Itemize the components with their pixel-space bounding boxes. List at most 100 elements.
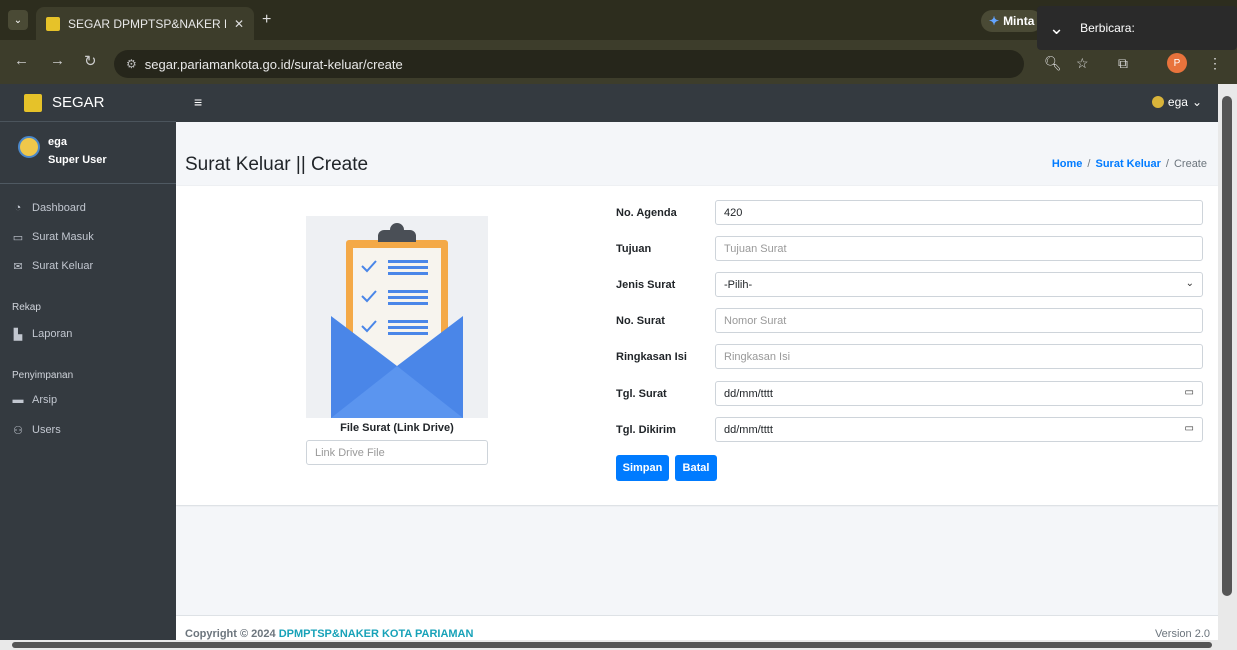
tgl-surat-value: dd/mm/tttt (724, 387, 773, 400)
calendar-icon[interactable]: ▭ (1185, 423, 1194, 434)
site-favicon-icon (46, 16, 60, 31)
tgl-dikirim-value: dd/mm/tttt (724, 423, 773, 436)
footer-version: Version 2.0 (1154, 628, 1210, 640)
file-surat-label: File Surat (Link Drive) (340, 422, 454, 434)
no-surat-label: No. Surat (616, 315, 665, 327)
no-agenda-label: No. Agenda (616, 207, 677, 219)
speech-popup: ⌄ Berbicara: (1037, 6, 1237, 50)
user-panel: ega Super User (0, 122, 176, 184)
sidebar-item-label: Surat Keluar (32, 260, 94, 272)
gemini-button[interactable]: ✦ Minta (981, 10, 1043, 32)
browser-tab[interactable]: SEGAR DPMPTSP&NAKER Kota ✕ (36, 7, 254, 40)
dashboard-icon: ◔ (14, 202, 22, 214)
jenis-surat-select[interactable]: -Pilih- ⌄ (715, 272, 1203, 297)
user-role: Super User (48, 154, 107, 166)
ringkasan-input[interactable] (715, 344, 1203, 369)
user-avatar-icon (1151, 96, 1164, 108)
tgl-surat-label: Tgl. Surat (616, 388, 667, 400)
file-icon: ▙ (13, 328, 23, 341)
speech-label: Berbicara: (1080, 21, 1135, 35)
sidebar-item-users[interactable]: ⚇ Users (12, 417, 172, 443)
profile-avatar[interactable]: P (1167, 53, 1187, 73)
footer-org-link[interactable]: DPMPTSP&NAKER KOTA PARIAMAN (279, 628, 474, 640)
extensions-icon[interactable]: ⧉ (1118, 55, 1128, 72)
sidebar-item-surat-keluar[interactable]: ✉ Surat Keluar (12, 253, 172, 279)
sidebar-item-laporan[interactable]: ▙ Laporan (12, 321, 172, 347)
chevron-down-icon[interactable]: ⌄ (1049, 18, 1064, 39)
address-bar[interactable]: ⚙ segar.pariamankota.go.id/surat-keluar/… (114, 50, 1024, 78)
link-drive-input[interactable] (306, 440, 488, 465)
archive-icon: ▬ (12, 394, 24, 406)
save-button[interactable]: Simpan (616, 455, 669, 481)
app-brand[interactable]: SEGAR (0, 84, 176, 122)
cancel-button[interactable]: Batal (675, 455, 717, 481)
user-menu-name: ega (1167, 95, 1188, 109)
site-info-icon[interactable]: ⚙ (126, 57, 137, 71)
tab-title: SEGAR DPMPTSP&NAKER Kota (68, 16, 226, 31)
breadcrumb: Home / Surat Keluar / Create (1052, 158, 1207, 170)
breadcrumb-separator: / (1087, 158, 1091, 170)
new-tab-button[interactable]: + (262, 11, 271, 29)
forward-icon[interactable]: → (50, 52, 65, 69)
footer: Copyright © 2024 DPMPTSP&NAKER KOTA PARI… (176, 615, 1218, 640)
breadcrumb-surat-keluar[interactable]: Surat Keluar (1095, 158, 1160, 170)
sidebar-item-dashboard[interactable]: ◔ Dashboard (12, 195, 172, 221)
user-name[interactable]: ega (48, 136, 67, 148)
chevron-down-icon: ⌄ (1191, 95, 1202, 109)
tujuan-input[interactable] (715, 236, 1203, 261)
no-agenda-field[interactable]: 420 (715, 200, 1203, 225)
chevron-down-icon: ⌄ (1185, 278, 1194, 289)
no-agenda-value: 420 (724, 206, 743, 219)
inbox-icon: ▭ (12, 231, 24, 244)
letter-illustration (306, 216, 488, 418)
hamburger-menu-icon[interactable]: ≡ (194, 94, 202, 110)
tgl-surat-date-input[interactable]: dd/mm/tttt ▭ (715, 381, 1203, 406)
sidebar: ega Super User ◔ Dashboard ▭ Surat Masuk… (0, 122, 176, 640)
tab-close-button[interactable]: ✕ (234, 17, 244, 31)
sidebar-header-rekap: Rekap (12, 302, 41, 313)
app-logo (24, 93, 42, 112)
tgl-dikirim-date-input[interactable]: dd/mm/tttt ▭ (715, 417, 1203, 442)
zoom-icon[interactable]: 🔍︎ (1044, 55, 1062, 72)
tgl-dikirim-label: Tgl. Dikirim (616, 424, 676, 436)
sidebar-header-penyimpanan: Penyimpanan (12, 370, 74, 381)
sidebar-item-label: Surat Masuk (32, 231, 94, 243)
scroll-thumb[interactable] (12, 642, 1212, 648)
brand-text: SEGAR (52, 94, 105, 111)
tujuan-label: Tujuan (616, 243, 652, 255)
copyright-text: Copyright © 2024 (185, 628, 276, 640)
users-icon: ⚇ (13, 424, 23, 437)
gemini-label: Minta (1003, 14, 1035, 28)
ringkasan-label: Ringkasan Isi (616, 351, 687, 363)
user-menu[interactable]: ega ⌄ (1151, 95, 1202, 109)
reload-icon[interactable]: ↻ (84, 52, 97, 70)
breadcrumb-current: Create (1173, 158, 1207, 170)
scroll-thumb[interactable] (1222, 96, 1232, 596)
avatar (18, 136, 40, 158)
address-text: segar.pariamankota.go.id/surat-keluar/cr… (144, 56, 403, 72)
content-header: Surat Keluar || Create Home / Surat Kelu… (176, 140, 1218, 186)
bookmark-star-icon[interactable]: ☆ (1076, 55, 1089, 72)
calendar-icon[interactable]: ▭ (1185, 387, 1194, 398)
vertical-scrollbar[interactable] (1218, 84, 1237, 640)
horizontal-scrollbar[interactable] (0, 640, 1237, 650)
tab-list-button[interactable]: ⌄ (8, 10, 28, 30)
menu-kebab-icon[interactable]: ⋮ (1208, 55, 1222, 72)
top-navbar: ≡ ega ⌄ (176, 84, 1218, 122)
jenis-surat-value: -Pilih- (724, 278, 753, 291)
back-icon[interactable]: ← (14, 52, 29, 69)
breadcrumb-home[interactable]: Home (1052, 158, 1083, 170)
sparkle-icon: ✦ (989, 14, 1000, 28)
form-card: File Surat (Link Drive) No. Agenda 420 T… (176, 186, 1218, 506)
sidebar-item-arsip[interactable]: ▬ Arsip (12, 387, 172, 413)
sidebar-item-surat-masuk[interactable]: ▭ Surat Masuk (12, 224, 172, 250)
sidebar-item-label: Arsip (32, 394, 58, 406)
sidebar-item-label: Dashboard (32, 202, 86, 214)
breadcrumb-separator: / (1165, 158, 1169, 170)
footer-copyright: Copyright © 2024 DPMPTSP&NAKER KOTA PARI… (185, 628, 473, 640)
sidebar-item-label: Users (32, 424, 61, 436)
page-title: Surat Keluar || Create (185, 154, 369, 175)
no-surat-input[interactable] (715, 308, 1203, 333)
sidebar-item-label: Laporan (32, 328, 73, 340)
envelope-icon: ✉ (13, 260, 23, 273)
